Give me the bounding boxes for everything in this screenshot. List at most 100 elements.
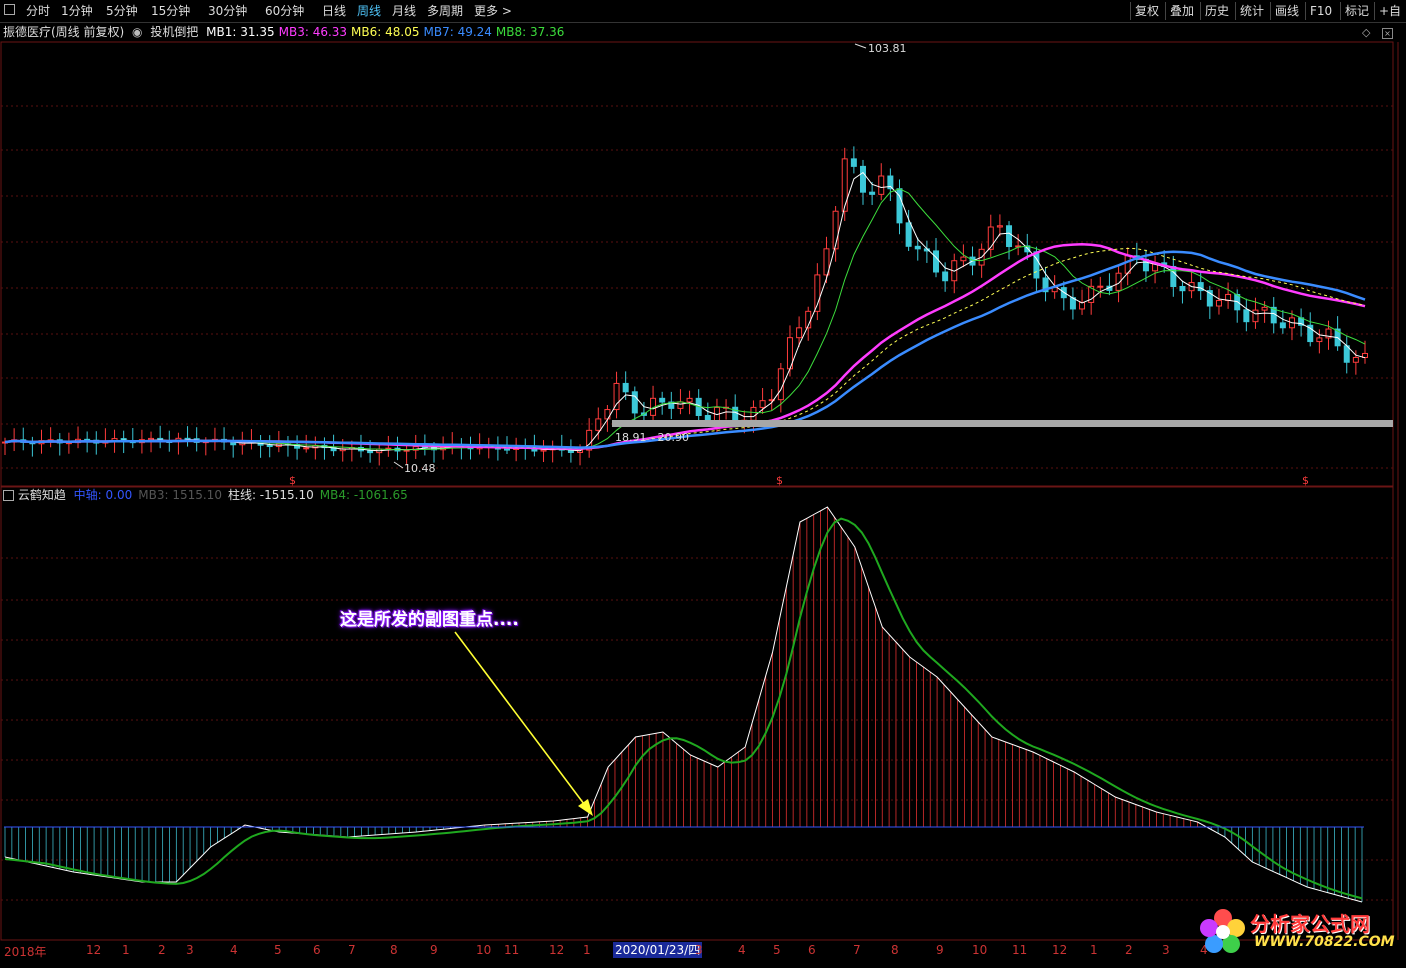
candle-body	[631, 391, 638, 414]
candle-body	[540, 449, 547, 452]
candle-body	[403, 449, 410, 452]
date-label: 5	[274, 943, 282, 957]
candle-body	[1097, 285, 1104, 288]
sub-value: MB3: 1515.10	[138, 488, 222, 502]
date-label: 11	[504, 943, 520, 957]
candle-body	[659, 397, 666, 403]
candle-body	[878, 175, 885, 195]
date-label: 6	[808, 943, 816, 957]
candle-body	[1006, 225, 1013, 248]
candle-body	[367, 450, 374, 454]
candle-body	[750, 406, 757, 421]
date-label: 1	[583, 943, 591, 957]
candle-body	[622, 382, 629, 393]
date-label: 12	[549, 943, 565, 957]
candle-body	[914, 245, 921, 250]
watermark-title: 分析家公式网	[1250, 912, 1370, 936]
candle-body	[1252, 309, 1259, 323]
mb8-line	[4, 188, 1366, 451]
candle-body	[1316, 337, 1323, 343]
candle-body	[1279, 322, 1286, 329]
candle-body	[859, 165, 866, 193]
candle-body	[1179, 285, 1186, 292]
date-label: 10	[476, 943, 492, 957]
high-label: 103.81	[868, 42, 907, 55]
low-pointer	[393, 461, 404, 469]
date-label: 1	[1090, 943, 1098, 957]
candle-body	[933, 250, 940, 273]
candle-body	[869, 191, 876, 195]
sub-indicator-name[interactable]: 云鹤知趋	[18, 488, 66, 502]
candle-body	[796, 327, 803, 339]
date-label: 2018年	[4, 945, 47, 959]
candle-body	[704, 414, 711, 422]
sub-indicator-values: 中轴: 0.00 MB3: 1515.10 柱线: -1515.10 MB4: -10…	[74, 488, 414, 502]
candle-body	[148, 437, 155, 441]
candle-body	[1170, 265, 1177, 287]
candle-body	[686, 397, 693, 403]
sub-value: 中轴: 0.00	[73, 488, 133, 502]
candle-body	[677, 401, 684, 409]
date-label: 7	[853, 943, 861, 957]
flower-logo-icon	[1200, 909, 1245, 953]
candle-body	[777, 368, 784, 401]
annotation-callout: 这是所发的副图重点....	[340, 610, 519, 630]
sub-value: 柱线: -1515.10	[227, 488, 314, 502]
candle-body	[1215, 300, 1222, 307]
candle-body	[1352, 356, 1359, 363]
arrow-head	[578, 799, 593, 816]
date-label: 10	[972, 943, 988, 957]
date-label: 8	[390, 943, 398, 957]
candle-body	[759, 400, 766, 408]
watermark-logo: 分析家公式网 WWW.70822.COM	[1198, 908, 1398, 954]
candle-body	[814, 274, 821, 312]
candle-body	[942, 271, 949, 282]
candle-body	[1261, 306, 1268, 311]
date-label: 11	[1012, 943, 1028, 957]
date-label: 9	[936, 943, 944, 957]
high-pointer	[854, 43, 867, 49]
candle-body	[613, 382, 620, 411]
date-label: 4	[738, 943, 746, 957]
date-label: 2	[1125, 943, 1133, 957]
mb1-line	[4, 171, 1366, 452]
candle-body	[960, 256, 967, 262]
mb6-line	[4, 247, 1366, 449]
mb3-line	[4, 243, 1366, 450]
date-label: 12	[86, 943, 102, 957]
signal-mark: $	[776, 474, 783, 487]
sub-value: MB4: -1061.65	[319, 488, 408, 502]
candle-body	[303, 447, 310, 450]
date-label: 7	[348, 943, 356, 957]
date-label: 3	[695, 943, 703, 957]
watermark-url: WWW.70822.COM	[1254, 934, 1395, 950]
candle-body	[595, 418, 602, 431]
candle-body	[905, 222, 912, 247]
date-label: 6	[313, 943, 321, 957]
candle-body	[1033, 251, 1040, 279]
sub-chart-info: 云鹤知趋 中轴: 0.00 MB3: 1515.10 柱线: -1515.10 MB4…	[0, 486, 414, 504]
candle-body	[266, 444, 273, 448]
mb7-line	[4, 250, 1366, 449]
date-highlight: 2020/01/23/四	[613, 942, 703, 958]
chart-canvas[interactable]: 18.91 - 20.90103.8110.48$ $ $	[0, 0, 1406, 968]
signal-mark: $	[1302, 474, 1309, 487]
main-panel-border	[0, 41, 1394, 487]
date-label: 12	[1052, 943, 1068, 957]
date-label: 2	[158, 943, 166, 957]
date-label: 8	[891, 943, 899, 957]
date-label: 3	[186, 943, 194, 957]
range-bar	[612, 420, 1393, 427]
date-axis: 2018年 12 1 2 3 4 5 6 7 8 9 10 11 12 1 2020/01/23/四 3 4 5 6 7…	[0, 941, 1406, 961]
candle-body	[504, 448, 511, 451]
date-label: 4	[230, 943, 238, 957]
sub-square-icon[interactable]	[3, 490, 14, 501]
sub-panel-border	[0, 486, 1394, 941]
low-label: 10.48	[404, 462, 436, 475]
candle-body	[987, 226, 994, 250]
date-label: 9	[430, 943, 438, 957]
histogram-outline	[4, 506, 1363, 903]
candle-body	[850, 158, 857, 167]
mb4-line	[4, 517, 1363, 900]
candle-body	[996, 225, 1003, 228]
